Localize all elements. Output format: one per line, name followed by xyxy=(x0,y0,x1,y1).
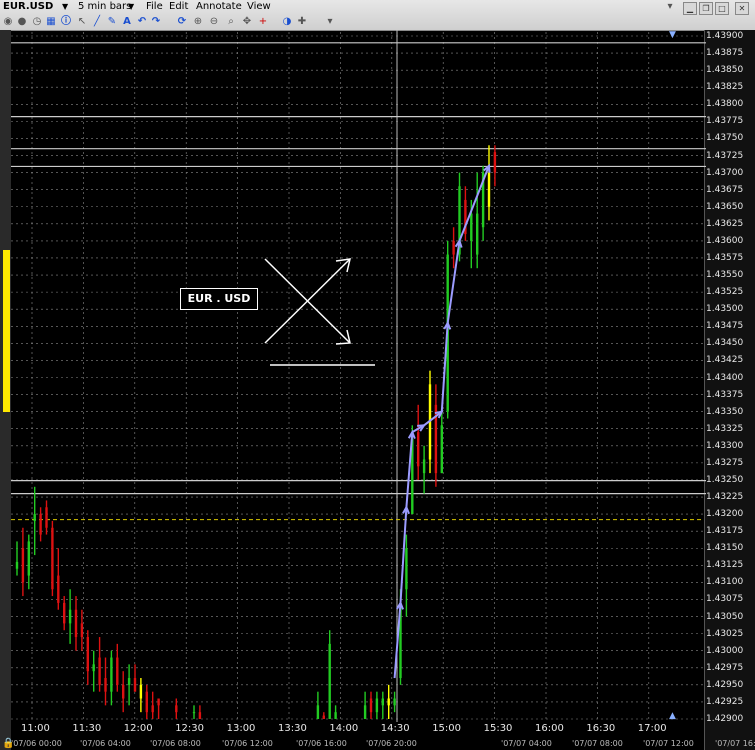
candle-body xyxy=(51,527,54,590)
candlesticks xyxy=(15,145,497,719)
price-chart[interactable] xyxy=(0,0,755,750)
candle-body xyxy=(334,712,337,719)
candle-body xyxy=(316,705,320,719)
time-tick-label: 11:00 xyxy=(21,723,50,734)
candle-body xyxy=(139,684,143,699)
candle-body xyxy=(127,678,131,685)
candle-body xyxy=(417,432,420,467)
date-tick-label: '07/07 16:00 xyxy=(715,739,755,748)
time-tick-label: 13:00 xyxy=(226,723,256,734)
candle-body xyxy=(151,705,154,713)
candle-body xyxy=(470,213,473,241)
candle-body xyxy=(192,712,196,714)
time-axis[interactable]: 11:00 11:30 12:00 12:30 13:00 13:30 14:00 14:30… xyxy=(11,722,755,750)
candle-body xyxy=(375,698,379,713)
candle-body xyxy=(405,548,408,590)
time-tick-label: 12:00 xyxy=(123,723,153,734)
time-tick-label: 13:30 xyxy=(278,723,307,734)
horizontal-lines xyxy=(11,42,706,521)
date-tick-label: '07/07 12:00 xyxy=(643,739,694,748)
time-tick-label: 14:30 xyxy=(380,723,410,734)
candle-body xyxy=(104,678,107,692)
candle-body xyxy=(198,712,202,719)
candle-body xyxy=(422,459,426,474)
date-tick-label: '07/07 04:00 xyxy=(501,739,552,748)
date-tick-label: '07/06 04:00 xyxy=(80,739,131,748)
candle-body xyxy=(39,514,42,535)
trend-segment xyxy=(423,410,443,427)
candle-body xyxy=(440,425,443,474)
candle-body xyxy=(381,698,384,706)
trend-segment xyxy=(458,165,490,242)
candle-body xyxy=(476,213,479,255)
candle-body xyxy=(133,678,137,692)
date-tick-label: '07/07 08:00 xyxy=(572,739,623,748)
candle-body xyxy=(33,514,36,521)
candle-body xyxy=(80,623,84,638)
candle-body xyxy=(157,698,160,706)
candle-body xyxy=(322,715,325,719)
candle-body xyxy=(122,684,125,699)
candle-body xyxy=(145,691,148,713)
candle-body xyxy=(116,657,119,685)
candle-body xyxy=(21,548,25,583)
chart-grid xyxy=(11,30,704,722)
time-tick-label: 15:30 xyxy=(483,723,513,734)
candle-body xyxy=(328,643,331,719)
candle-body xyxy=(110,657,113,692)
time-tick-label: 17:00 xyxy=(637,723,667,734)
candle-body xyxy=(387,698,390,706)
candle-body xyxy=(363,705,367,719)
candle-body xyxy=(57,575,60,603)
candle-body xyxy=(74,609,78,638)
candle-body xyxy=(63,602,66,624)
date-tick-label: '07/06 12:00 xyxy=(222,739,273,748)
date-tick-label: '07/06 16:00 xyxy=(296,739,347,748)
candle-body xyxy=(86,637,89,672)
scroll-bottom-arrow-icon[interactable]: ▲ xyxy=(669,711,676,721)
date-tick-label: '07/06 08:00 xyxy=(150,739,201,748)
candle-body xyxy=(98,657,101,685)
candle-body xyxy=(92,664,95,672)
candle-body xyxy=(393,698,396,706)
time-tick-label: 15:00 xyxy=(432,723,462,734)
candle-body xyxy=(15,561,19,569)
candle-body xyxy=(45,507,48,528)
date-tick-label: '07/06 00:00 xyxy=(11,739,62,748)
candle-body xyxy=(487,172,491,207)
candle-body xyxy=(493,152,497,173)
time-tick-label: 14:00 xyxy=(329,723,359,734)
candle-body xyxy=(68,609,72,624)
time-tick-label: 16:00 xyxy=(535,723,564,734)
symbol-annotation-label[interactable]: EUR . USD xyxy=(180,288,258,310)
time-tick-label: 12:30 xyxy=(175,723,205,734)
scroll-top-arrow-icon[interactable]: ▼ xyxy=(669,30,676,40)
time-tick-label: 11:30 xyxy=(72,723,102,734)
candle-body xyxy=(27,541,30,576)
chart-annotation xyxy=(264,258,375,366)
candle-body xyxy=(369,698,373,713)
time-tick-label: 16:30 xyxy=(586,723,616,734)
candle-body xyxy=(175,705,178,713)
candle-body xyxy=(452,240,455,255)
date-tick-label: '07/06 20:00 xyxy=(366,739,417,748)
